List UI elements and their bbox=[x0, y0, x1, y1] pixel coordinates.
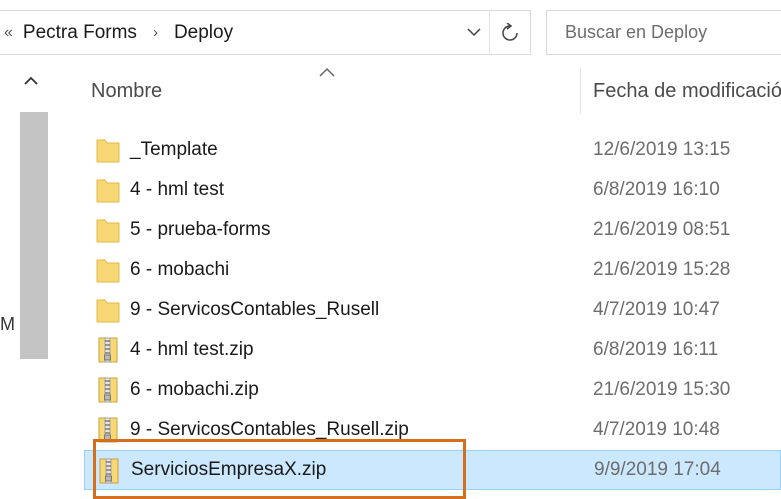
file-name: 6 - mobachi.zip bbox=[130, 379, 259, 400]
zip-folder-icon bbox=[98, 377, 118, 403]
refresh-icon bbox=[502, 22, 518, 41]
file-row[interactable]: _Template 12/6/2019 13:15 bbox=[84, 130, 781, 170]
file-name: 4 - hml test.zip bbox=[130, 339, 254, 360]
breadcrumb-separator[interactable]: › bbox=[153, 24, 158, 41]
file-name: 9 - ServicosContables_Rusell bbox=[130, 299, 380, 320]
chevron-down-icon bbox=[467, 28, 481, 37]
folder-icon bbox=[96, 179, 120, 203]
file-name: 6 - mobachi bbox=[130, 259, 230, 280]
folder-icon bbox=[96, 219, 120, 243]
column-divider[interactable] bbox=[580, 68, 581, 114]
file-date: 4/7/2019 10:48 bbox=[593, 419, 720, 440]
breadcrumb-overflow[interactable]: « bbox=[4, 24, 13, 42]
file-name: ServiciosEmpresaX.zip bbox=[131, 459, 327, 480]
file-name: 9 - ServicosContables_Rusell.zip bbox=[130, 419, 409, 440]
zip-folder-icon bbox=[98, 417, 118, 443]
navigation-pane: M bbox=[0, 62, 48, 497]
file-date: 21/6/2019 15:30 bbox=[593, 379, 731, 400]
folder-icon bbox=[96, 139, 120, 163]
breadcrumb-deploy[interactable]: Deploy bbox=[174, 22, 233, 44]
file-date: 6/8/2019 16:11 bbox=[593, 339, 719, 360]
address-history-dropdown[interactable] bbox=[459, 11, 489, 54]
file-row[interactable]: 5 - prueba-forms 21/6/2019 08:51 bbox=[84, 210, 781, 250]
sort-ascending-icon bbox=[319, 67, 335, 77]
refresh-button[interactable] bbox=[489, 11, 530, 54]
breadcrumb-pectra-forms[interactable]: Pectra Forms bbox=[23, 22, 137, 44]
file-row[interactable]: 9 - ServicosContables_Rusell.zip 4/7/201… bbox=[84, 410, 781, 450]
scrollbar-thumb[interactable] bbox=[20, 112, 48, 359]
file-date: 6/8/2019 16:10 bbox=[593, 179, 720, 200]
search-input[interactable] bbox=[563, 21, 777, 44]
scroll-up-button[interactable] bbox=[18, 76, 44, 96]
file-name: 4 - hml test bbox=[130, 179, 224, 200]
file-list: _Template 12/6/2019 13:15 4 - hml test 6… bbox=[84, 130, 781, 490]
folder-icon bbox=[96, 299, 120, 323]
file-row[interactable]: 6 - mobachi.zip 21/6/2019 15:30 bbox=[84, 370, 781, 410]
file-row[interactable]: 9 - ServicosContables_Rusell 4/7/2019 10… bbox=[84, 290, 781, 330]
search-box[interactable] bbox=[546, 10, 781, 55]
file-name: _Template bbox=[130, 139, 218, 160]
column-header-date-modified[interactable]: Fecha de modificación bbox=[593, 80, 781, 103]
folder-icon bbox=[96, 259, 120, 283]
file-row-selected[interactable]: ServiciosEmpresaX.zip 9/9/2019 17:04 bbox=[84, 450, 781, 490]
chevron-up-icon bbox=[24, 76, 38, 85]
column-header-name[interactable]: Nombre bbox=[91, 80, 162, 103]
nav-item-partial[interactable]: M bbox=[0, 314, 14, 335]
file-name: 5 - prueba-forms bbox=[130, 219, 271, 240]
file-date: 9/9/2019 17:04 bbox=[594, 459, 721, 480]
file-row[interactable]: 4 - hml test 6/8/2019 16:10 bbox=[84, 170, 781, 210]
file-date: 21/6/2019 15:28 bbox=[593, 259, 731, 280]
file-row[interactable]: 4 - hml test.zip 6/8/2019 16:11 bbox=[84, 330, 781, 370]
file-date: 12/6/2019 13:15 bbox=[593, 139, 731, 160]
file-row[interactable]: 6 - mobachi 21/6/2019 15:28 bbox=[84, 250, 781, 290]
file-date: 21/6/2019 08:51 bbox=[593, 219, 731, 240]
zip-folder-icon bbox=[99, 458, 119, 484]
file-date: 4/7/2019 10:47 bbox=[593, 299, 720, 320]
zip-folder-icon bbox=[98, 337, 118, 363]
address-bar[interactable]: « Pectra Forms › Deploy bbox=[0, 10, 531, 55]
